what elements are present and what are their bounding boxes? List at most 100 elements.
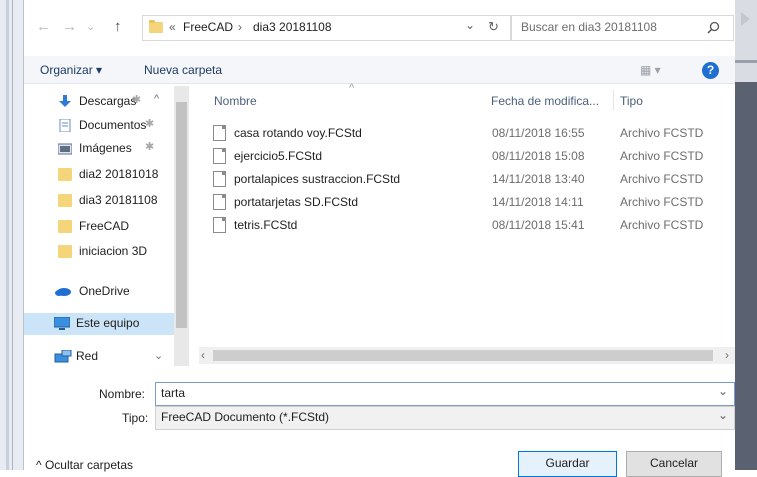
column-header-date[interactable]: Fecha de modifica... — [491, 94, 599, 108]
file-type: Archivo FCSTD — [620, 195, 704, 209]
sidebar-item-label: Descargas — [79, 94, 137, 108]
folder-icon — [58, 194, 72, 207]
scroll-up-arrow[interactable]: ^ — [154, 93, 159, 105]
sidebar-item-label: FreeCAD — [79, 219, 130, 233]
breadcrumb-freecad[interactable]: FreeCAD — [183, 20, 233, 34]
command-bar: Organizar ▾ Nueva carpeta ▦ ▾ ? — [24, 56, 735, 84]
file-name: tetris.FCStd — [234, 218, 298, 232]
network-icon — [54, 350, 72, 363]
breadcrumb-dia3[interactable]: dia3 20181108 — [253, 20, 332, 34]
filename-value: tarta — [161, 386, 186, 400]
sidebar-item-label: Imágenes — [79, 141, 132, 155]
sidebar-item-label: OneDrive — [79, 284, 130, 298]
file-name: portatarjetas SD.FCStd — [234, 195, 359, 209]
file-date: 08/11/2018 15:41 — [492, 218, 585, 232]
sidebar-item-label: dia2 20181018 — [79, 167, 159, 181]
navigation-pane: Descargas ✱ ^ Documentos ✱ Imágenes ✱ di… — [24, 86, 174, 371]
file-type: Archivo FCSTD — [620, 218, 704, 232]
navigation-scrollbar[interactable] — [174, 86, 189, 366]
sidebar-item-label: Red — [76, 349, 99, 363]
sidebar-item-red[interactable]: Red ⌄ — [24, 346, 174, 368]
cancel-button[interactable]: Cancelar — [626, 451, 722, 477]
computer-icon — [54, 317, 70, 330]
address-bar[interactable]: « FreeCAD › dia3 20181108 ⌄ ↻ — [142, 15, 512, 41]
file-icon — [213, 194, 226, 210]
up-button[interactable]: ↑ — [114, 18, 122, 36]
background-window-edge-right — [735, 0, 757, 470]
overflow-chevron[interactable]: « — [169, 20, 176, 34]
forward-button[interactable]: → — [62, 18, 77, 36]
filetype-value: FreeCAD Documento (*.FCStd) — [161, 410, 330, 424]
filename-label: Nombre: — [99, 387, 146, 401]
sidebar-item-este-equipo[interactable]: Este equipo — [24, 313, 174, 335]
scrollbar-thumb[interactable] — [176, 102, 187, 328]
address-dropdown-icon[interactable]: ⌄ — [465, 18, 475, 32]
download-icon — [59, 95, 71, 107]
scrollbar-thumb[interactable] — [213, 350, 713, 361]
column-header-type[interactable]: Tipo — [620, 94, 643, 108]
sidebar-item-documentos[interactable]: Documentos ✱ — [24, 115, 174, 137]
sidebar-item-dia3[interactable]: dia3 20181108 — [24, 190, 174, 212]
sidebar-item-label: iniciacion 3D — [79, 244, 148, 258]
background-window-edge — [0, 0, 24, 470]
file-name: ejercicio5.FCStd — [234, 149, 323, 163]
file-date: 08/11/2018 16:55 — [492, 126, 585, 140]
file-name: portalapices sustraccion.FCStd — [234, 172, 401, 186]
file-icon — [213, 148, 226, 164]
table-row[interactable]: casa rotando voy.FCStd 08/11/2018 16:55 … — [189, 122, 735, 144]
folder-icon — [58, 168, 72, 181]
file-icon — [213, 125, 226, 141]
file-list: ^ Nombre Fecha de modifica... Tipo casa … — [189, 82, 735, 346]
image-icon — [58, 143, 72, 155]
sidebar-item-descargas[interactable]: Descargas ✱ ^ — [24, 91, 174, 113]
folder-icon — [58, 220, 72, 233]
help-icon[interactable]: ? — [702, 62, 719, 79]
scroll-left-arrow[interactable]: ‹ — [201, 348, 205, 362]
scroll-right-arrow[interactable]: › — [725, 348, 729, 362]
file-icon — [213, 217, 226, 233]
pin-icon: ✱ — [132, 94, 142, 106]
column-header-name[interactable]: Nombre — [214, 94, 257, 108]
sidebar-item-dia2[interactable]: dia2 20181018 — [24, 164, 174, 186]
file-type: Archivo FCSTD — [620, 126, 704, 140]
filetype-label: Tipo: — [122, 411, 149, 425]
table-row[interactable]: ejercicio5.FCStd 08/11/2018 15:08 Archiv… — [189, 145, 735, 167]
organize-button[interactable]: Organizar ▾ — [40, 63, 102, 77]
sidebar-item-label: Documentos — [79, 118, 147, 132]
address-row: ← → ⌄ ↑ « FreeCAD › dia3 20181108 ⌄ ↻ Bu… — [24, 14, 735, 41]
sidebar-item-label: dia3 20181108 — [79, 193, 158, 207]
pin-icon: ✱ — [145, 141, 155, 153]
sidebar-item-onedrive[interactable]: OneDrive — [24, 281, 174, 303]
filename-input[interactable]: tarta ⌄ — [155, 382, 735, 406]
sidebar-item-freecad[interactable]: FreeCAD — [24, 216, 174, 238]
file-date: 14/11/2018 13:40 — [492, 172, 585, 186]
folder-icon — [149, 20, 163, 33]
table-row[interactable]: portalapices sustraccion.FCStd 14/11/201… — [189, 168, 735, 190]
search-input[interactable]: Buscar en dia3 20181108 — [510, 15, 734, 41]
cloud-icon — [55, 288, 71, 296]
recent-dropdown-button[interactable]: ⌄ — [86, 18, 95, 36]
back-button[interactable]: ← — [36, 18, 51, 36]
chevron-down-icon[interactable]: ⌄ — [718, 384, 728, 398]
refresh-icon[interactable]: ↻ — [488, 19, 499, 35]
pin-icon: ✱ — [145, 118, 155, 130]
file-date: 14/11/2018 14:11 — [492, 195, 584, 209]
table-row[interactable]: portatarjetas SD.FCStd 14/11/2018 14:11 … — [189, 191, 735, 213]
breadcrumb-separator[interactable]: › — [238, 20, 242, 34]
sidebar-item-iniciacion[interactable]: iniciacion 3D — [24, 241, 174, 263]
view-options-button[interactable]: ▦ ▾ — [640, 63, 661, 77]
horizontal-scrollbar[interactable]: ‹ › — [199, 347, 735, 364]
sidebar-item-imagenes[interactable]: Imágenes ✱ — [24, 138, 174, 160]
search-placeholder: Buscar en dia3 20181108 — [521, 20, 657, 34]
document-icon — [59, 119, 71, 132]
scroll-down-arrow[interactable]: ⌄ — [154, 349, 163, 362]
save-button[interactable]: Guardar — [518, 451, 617, 477]
search-icon[interactable] — [707, 21, 720, 34]
table-row[interactable]: tetris.FCStd 08/11/2018 15:41 Archivo FC… — [189, 214, 735, 236]
chevron-down-icon[interactable]: ⌄ — [718, 408, 728, 422]
file-type: Archivo FCSTD — [620, 149, 704, 163]
filetype-select[interactable]: FreeCAD Documento (*.FCStd) ⌄ — [155, 406, 735, 430]
file-icon — [213, 171, 226, 187]
folder-icon — [58, 245, 72, 258]
new-folder-button[interactable]: Nueva carpeta — [144, 63, 222, 77]
